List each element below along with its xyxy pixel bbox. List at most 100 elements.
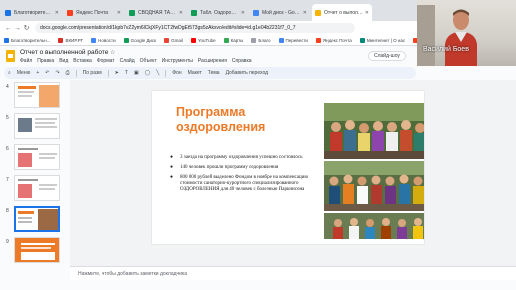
bookmark-item[interactable]: Перевести bbox=[278, 37, 308, 43]
search-icon[interactable]: ⌕ bbox=[8, 70, 11, 76]
video-call-tile[interactable]: Василий Боев bbox=[417, 0, 516, 66]
close-icon[interactable]: ✕ bbox=[365, 10, 369, 16]
menu-format[interactable]: Формат bbox=[97, 58, 115, 64]
slides-logo-icon[interactable] bbox=[6, 50, 15, 62]
bookmark-item[interactable]: Благотворительн... bbox=[4, 37, 50, 43]
slide-thumbnail[interactable] bbox=[14, 82, 60, 108]
bookmark-label: Новости bbox=[98, 37, 116, 43]
slide-thumbnail-row[interactable]: 9 bbox=[0, 237, 68, 265]
line-icon[interactable]: ╲ bbox=[156, 70, 159, 76]
bookmark-label: Перевести bbox=[285, 37, 308, 43]
bookmark-icon bbox=[190, 37, 196, 43]
close-icon[interactable]: ✕ bbox=[179, 10, 183, 16]
slide-thumbnail[interactable] bbox=[14, 113, 60, 139]
bookmark-item[interactable]: Карты bbox=[223, 37, 244, 43]
transition-button[interactable]: Добавить переход bbox=[226, 70, 268, 76]
browser-tab[interactable]: Яндекс Почта ✕ bbox=[64, 4, 124, 21]
menu-extensions[interactable]: Расширения bbox=[198, 58, 227, 64]
browser-tab[interactable]: Благотворительна ✕ bbox=[2, 4, 62, 21]
address-input[interactable]: docs.google.com/presentation/d/1kpb7vZ2y… bbox=[35, 23, 355, 33]
toolbar-divider bbox=[165, 69, 167, 77]
close-icon[interactable]: ✕ bbox=[241, 10, 245, 16]
bullet-item: 3 заезда на программу оздоровления успеш… bbox=[166, 155, 326, 161]
shape-icon[interactable]: ◯ bbox=[145, 70, 151, 76]
background-button[interactable]: Фон bbox=[172, 70, 181, 76]
slide-thumbnail[interactable] bbox=[14, 175, 60, 201]
browser-tab-active[interactable]: Отчет о выполненной работ✕ bbox=[312, 4, 372, 21]
slide-thumbnail-row[interactable]: 5 bbox=[0, 113, 68, 141]
photo-collage[interactable] bbox=[324, 103, 424, 239]
group-photo[interactable] bbox=[324, 103, 424, 159]
tab-favicon-icon bbox=[253, 9, 259, 16]
bookmark-item[interactable]: ВКИР.РГ bbox=[58, 37, 84, 43]
slide[interactable]: Программа оздоровления 3 заезда на прогр… bbox=[152, 91, 424, 244]
group-photo[interactable] bbox=[324, 161, 424, 211]
slide-thumbnail-row[interactable]: 4 bbox=[0, 82, 68, 110]
image-icon[interactable]: ▣ bbox=[134, 70, 139, 76]
bullet-item: 800 000 рублей выделено Фондом в ноябре … bbox=[166, 175, 326, 193]
forward-icon[interactable]: → bbox=[13, 25, 22, 32]
close-icon[interactable]: ✕ bbox=[117, 10, 121, 16]
menu-file[interactable]: Файл bbox=[20, 58, 32, 64]
menu-insert[interactable]: Вставка bbox=[73, 58, 92, 64]
bullet-item: 140 человек прошли программу оздоровлени… bbox=[166, 165, 326, 171]
bookmark-icon bbox=[278, 37, 284, 43]
slide-thumbnail-selected[interactable] bbox=[14, 206, 60, 232]
slide-canvas[interactable]: Программа оздоровления 3 заезда на прогр… bbox=[70, 80, 516, 266]
bookmark-item[interactable]: Благо bbox=[251, 37, 271, 43]
slide-title[interactable]: Программа оздоровления bbox=[176, 105, 326, 135]
menu-slide[interactable]: Слайд bbox=[120, 58, 135, 64]
bookmark-label: YouTube bbox=[197, 37, 216, 43]
bookmark-item[interactable]: Новости bbox=[91, 37, 116, 43]
menu-help[interactable]: Справка bbox=[232, 58, 252, 64]
group-photo[interactable] bbox=[324, 213, 424, 239]
print-icon[interactable]: ⎙ bbox=[66, 70, 70, 76]
reload-icon[interactable]: ↻ bbox=[22, 24, 31, 32]
slide-number: 4 bbox=[6, 84, 9, 90]
browser-tab[interactable]: Мой диск - Google Диск✕ bbox=[250, 4, 310, 21]
back-icon[interactable]: ← bbox=[4, 25, 13, 32]
bookmark-item[interactable]: Google Диск bbox=[123, 37, 156, 43]
bookmark-icon bbox=[91, 37, 97, 43]
menu-edit[interactable]: Правка bbox=[37, 58, 54, 64]
bookmark-label: Карты bbox=[230, 37, 244, 43]
menu-view[interactable]: Вид bbox=[59, 58, 68, 64]
toolbar-divider bbox=[75, 69, 77, 77]
browser-tab[interactable]: Табл. Оздоровительные прогр✕ bbox=[188, 4, 248, 21]
menu-object[interactable]: Объект bbox=[140, 58, 157, 64]
speaker-notes[interactable]: Нажмите, чтобы добавить заметки докладчи… bbox=[70, 266, 516, 280]
bookmark-icon bbox=[223, 37, 229, 43]
layout-button[interactable]: Макет bbox=[188, 70, 202, 76]
redo-icon[interactable]: ↷ bbox=[55, 70, 59, 76]
slideshow-button[interactable]: Слайд-шоу bbox=[368, 51, 406, 61]
tab-favicon-icon bbox=[67, 9, 73, 16]
zoom-select[interactable]: По разм bbox=[83, 70, 102, 76]
slide-thumbnail-row[interactable]: 7 bbox=[0, 175, 68, 203]
bookmark-item[interactable]: Gmail bbox=[164, 37, 183, 43]
star-icon[interactable]: ☆ bbox=[110, 49, 115, 56]
close-icon[interactable]: ✕ bbox=[55, 10, 59, 16]
bookmark-icon bbox=[58, 37, 64, 43]
toolbar: ⌕ Меню + ↶ ↷ ⎙ По разм ➤ T ▣ ◯ ╲ Фон Мак… bbox=[4, 67, 416, 79]
bullet-list[interactable]: 3 заезда на программу оздоровления успеш… bbox=[166, 155, 326, 197]
browser-tab[interactable]: СВОДНАЯ ТАБЛИЦА - Googl✕ bbox=[126, 4, 186, 21]
slide-thumbnail-row[interactable]: 6 bbox=[0, 144, 68, 172]
slide-number: 5 bbox=[6, 115, 9, 121]
undo-icon[interactable]: ↶ bbox=[45, 70, 49, 76]
add-icon[interactable]: + bbox=[36, 70, 39, 76]
slide-thumbnail-row[interactable]: 8 bbox=[0, 206, 68, 234]
cursor-icon[interactable]: ➤ bbox=[115, 70, 119, 76]
slide-thumbnail[interactable] bbox=[14, 237, 60, 263]
bookmark-item[interactable]: YouTube bbox=[190, 37, 216, 43]
bookmark-item[interactable]: Яндекс Почта bbox=[315, 37, 352, 43]
menu-tools[interactable]: Инструменты bbox=[162, 58, 193, 64]
textbox-icon[interactable]: T bbox=[125, 70, 128, 76]
bookmark-icon bbox=[251, 37, 257, 43]
close-icon[interactable]: ✕ bbox=[303, 10, 307, 16]
theme-button[interactable]: Тема bbox=[208, 70, 220, 76]
menus-search[interactable]: Меню bbox=[17, 70, 31, 76]
slide-thumbnail[interactable] bbox=[14, 144, 60, 170]
bookmark-item[interactable]: Минтелнет | О нас bbox=[359, 37, 405, 43]
bookmark-label: ВКИР.РГ bbox=[65, 37, 84, 43]
document-title[interactable]: Отчет о выполненной работе bbox=[20, 49, 108, 56]
